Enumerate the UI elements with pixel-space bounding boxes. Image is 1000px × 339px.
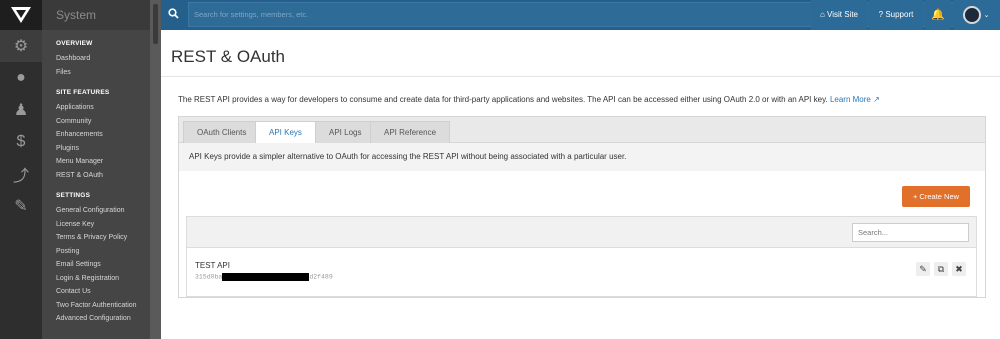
sidebar-heading: OVERVIEW <box>56 40 93 47</box>
visit-site-label: Visit Site <box>827 10 859 19</box>
sidebar-item-license-key[interactable]: License Key <box>56 218 150 232</box>
scrollbar-thumb[interactable] <box>153 4 158 44</box>
tab-api-logs[interactable]: API Logs <box>315 121 376 143</box>
sidebar-item-advanced-configuration[interactable]: Advanced Configuration <box>56 312 150 326</box>
tab-bar: OAuth Clients API Keys API Logs API Refe… <box>179 117 985 144</box>
sidebar-item-plugins[interactable]: Plugins <box>56 142 150 156</box>
support-label: Support <box>885 10 914 19</box>
api-key-prefix: 315d0ba <box>195 273 223 281</box>
learn-more-link[interactable]: Learn More <box>830 95 871 104</box>
sidebar-item-community[interactable]: Community <box>56 115 150 129</box>
delete-icon[interactable]: ✖ <box>952 262 966 276</box>
api-keys-panel: OAuth Clients API Keys API Logs API Refe… <box>178 116 986 298</box>
chat-icon[interactable]: ● <box>0 62 42 94</box>
support-button[interactable]: ? Support <box>869 0 923 30</box>
search-icon <box>168 7 179 22</box>
sidebar-item-menu-manager[interactable]: Menu Manager <box>56 155 150 169</box>
visit-site-button[interactable]: ⌂ Visit Site <box>811 0 867 30</box>
api-key-list: Search... TEST API 315d0ba d2f489 ✎ ⧉ ✖ <box>186 216 977 297</box>
tab-description: API Keys provide a simpler alternative t… <box>179 143 985 171</box>
sidebar-item-files[interactable]: Files <box>56 66 150 80</box>
icon-rail: ⚙ ● ♟ $ ⤴ ✎ <box>0 0 42 339</box>
top-bar: Search for settings, members, etc. ⌂ Vis… <box>161 0 1000 30</box>
page-title: REST & OAuth <box>171 47 286 66</box>
api-key-suffix: d2f489 <box>309 273 333 281</box>
redaction-bar <box>222 273 310 281</box>
sidebar-item-two-factor[interactable]: Two Factor Authentication <box>56 299 150 313</box>
sidebar-item-dashboard[interactable]: Dashboard <box>56 52 150 66</box>
copy-icon[interactable]: ⧉ <box>934 262 948 276</box>
avatar <box>963 5 982 24</box>
external-link-icon: ↗ <box>873 95 880 104</box>
sidebar-item-email-settings[interactable]: Email Settings <box>56 258 150 272</box>
sidebar-item-general-configuration[interactable]: General Configuration <box>56 204 150 218</box>
sidebar-scrollbar[interactable] <box>150 0 161 339</box>
sidebar-item-contact-us[interactable]: Contact Us <box>56 285 150 299</box>
list-item: TEST API 315d0ba d2f489 ✎ ⧉ ✖ <box>187 248 976 296</box>
list-search-input[interactable]: Search... <box>852 223 969 242</box>
sidebar-item-enhancements[interactable]: Enhancements <box>56 128 150 142</box>
dollar-icon[interactable]: $ <box>0 126 42 158</box>
sidebar-item-terms-privacy[interactable]: Terms & Privacy Policy <box>56 231 150 245</box>
edit-icon[interactable]: ✎ <box>916 262 930 276</box>
sidebar-group-settings: SETTINGS General Configuration License K… <box>42 182 150 326</box>
logo-icon[interactable] <box>0 0 42 30</box>
sidebar-item-posting[interactable]: Posting <box>56 245 150 259</box>
settings-sidebar: System OVERVIEW Dashboard Files SITE FEA… <box>42 0 150 339</box>
tab-oauth-clients[interactable]: OAuth Clients <box>183 121 261 143</box>
create-new-button[interactable]: + Create New <box>902 186 970 207</box>
main-content: REST & OAuth The REST API provides a way… <box>161 30 1000 339</box>
tab-api-keys[interactable]: API Keys <box>255 121 316 144</box>
sidebar-heading: SITE FEATURES <box>56 89 110 96</box>
gears-icon[interactable]: ⚙ <box>0 30 42 62</box>
title-divider <box>161 76 1000 77</box>
sidebar-title: System <box>42 0 150 30</box>
chevron-down-icon: ⌄ <box>983 12 990 19</box>
sidebar-item-applications[interactable]: Applications <box>56 101 150 115</box>
brush-icon[interactable]: ✎ <box>0 190 42 222</box>
sidebar-group-overview: OVERVIEW Dashboard Files <box>42 30 150 79</box>
sidebar-item-rest-oauth[interactable]: REST & OAuth <box>56 169 150 183</box>
home-icon: ⌂ <box>819 10 828 19</box>
sidebar-heading: SETTINGS <box>56 192 91 199</box>
intro-body: The REST API provides a way for develope… <box>178 95 828 104</box>
sidebar-group-site-features: SITE FEATURES Applications Community Enh… <box>42 79 150 182</box>
user-menu-button[interactable]: ⌄ <box>953 0 1000 30</box>
chart-icon[interactable]: ⤴ <box>0 158 42 190</box>
tab-api-reference[interactable]: API Reference <box>370 121 451 143</box>
list-header: Search... <box>187 217 976 248</box>
user-icon[interactable]: ♟ <box>0 94 42 126</box>
api-key-value: 315d0ba d2f489 <box>195 273 333 281</box>
sidebar-item-login-registration[interactable]: Login & Registration <box>56 272 150 286</box>
notifications-bell-icon[interactable]: 🔔 <box>925 0 951 30</box>
api-key-name: TEST API <box>195 261 230 270</box>
intro-text: The REST API provides a way for develope… <box>178 95 880 104</box>
